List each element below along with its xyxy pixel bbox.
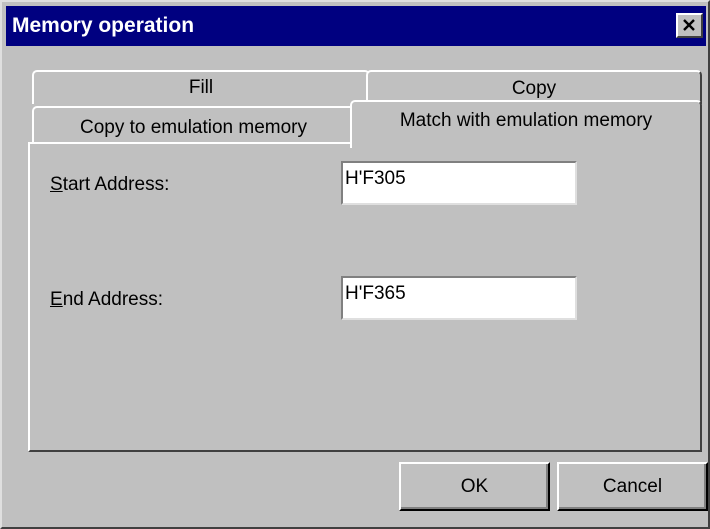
- tab-copy-to-emulation-memory-label: Copy to emulation memory: [79, 117, 308, 138]
- end-address-mnemonic: E: [50, 289, 63, 310]
- start-address-label: Start Address:: [50, 173, 169, 197]
- end-address-input[interactable]: H'F365: [341, 276, 577, 320]
- close-icon: [683, 19, 695, 31]
- tab-fill-label: Fill: [188, 77, 214, 98]
- tab-copy[interactable]: Copy: [366, 70, 702, 104]
- start-address-label-text: tart Address:: [62, 174, 170, 195]
- tab-fill[interactable]: Fill: [32, 70, 370, 104]
- tab-copy-label: Copy: [511, 78, 557, 99]
- tab-match-with-emulation-memory-label: Match with emulation memory: [399, 110, 653, 131]
- memory-operation-dialog: Memory operation Fill Copy Copy to emula…: [0, 0, 710, 529]
- end-address-label: End Address:: [50, 288, 163, 312]
- start-address-mnemonic: S: [50, 174, 63, 195]
- close-button[interactable]: [676, 13, 703, 38]
- tab-copy-to-emulation-memory[interactable]: Copy to emulation memory: [32, 106, 355, 142]
- end-address-label-text: nd Address:: [62, 289, 164, 310]
- dialog-title: Memory operation: [12, 14, 195, 37]
- tab-match-with-emulation-memory[interactable]: Match with emulation memory: [350, 100, 702, 148]
- ok-button[interactable]: OK: [399, 462, 550, 511]
- cancel-button[interactable]: Cancel: [557, 462, 708, 511]
- start-address-input[interactable]: H'F305: [341, 161, 577, 205]
- title-bar[interactable]: Memory operation: [6, 6, 706, 46]
